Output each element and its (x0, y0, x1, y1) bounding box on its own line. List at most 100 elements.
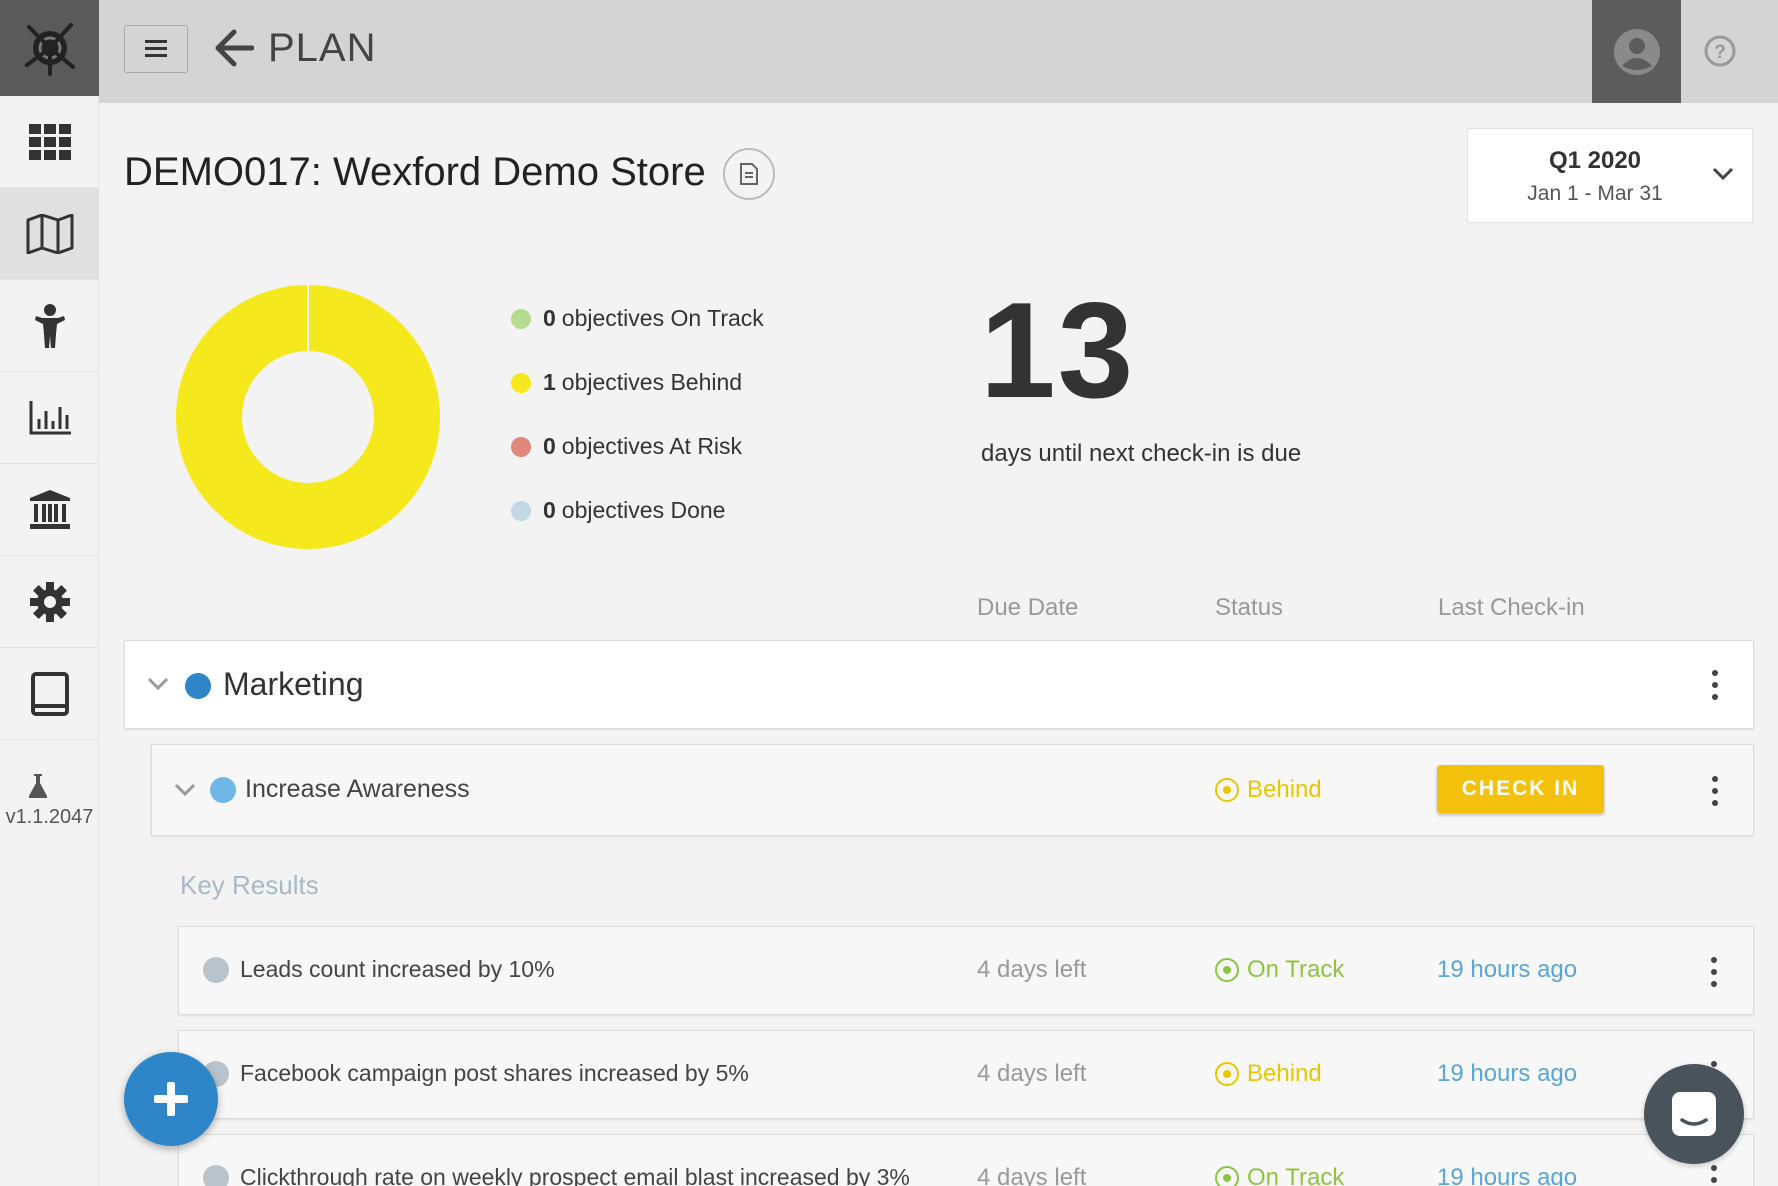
behind-dot-icon (511, 372, 531, 393)
user-menu[interactable] (1592, 0, 1681, 103)
chevron-down-icon (1712, 167, 1734, 181)
legend-on-track: 0 objectives On Track (511, 305, 764, 332)
back-button[interactable] (214, 28, 255, 73)
status-target-icon (1215, 778, 1239, 802)
status-label: Behind (1247, 1060, 1322, 1087)
key-result-status: Behind (1215, 1060, 1322, 1088)
group-name: Marketing (223, 666, 364, 702)
sidebar-item-device[interactable] (0, 648, 99, 740)
column-last-checkin: Last Check-in (1438, 594, 1585, 621)
bar-chart-icon (29, 400, 71, 434)
key-result-more-button[interactable] (1709, 957, 1719, 987)
days-until-checkin-label: days until next check-in is due (981, 440, 1302, 467)
chevron-down-icon[interactable] (147, 677, 169, 691)
at-risk-dot-icon (511, 436, 531, 457)
key-result-due: 4 days left (977, 1164, 1087, 1186)
sidebar: v1.1.2047 (0, 0, 99, 1186)
period-selector[interactable]: Q1 2020 Jan 1 - Mar 31 (1467, 128, 1753, 223)
key-result-row[interactable]: Leads count increased by 10% 4 days left… (178, 926, 1754, 1015)
bank-icon (29, 489, 70, 529)
logo-icon (24, 23, 75, 76)
legend-label: objectives On Track (561, 305, 764, 331)
legend-count: 0 (543, 497, 556, 523)
legend-label: objectives Behind (561, 369, 743, 395)
key-result-name: Facebook campaign post shares increased … (240, 1060, 749, 1086)
key-result-due: 4 days left (977, 956, 1087, 983)
add-button[interactable] (124, 1052, 218, 1146)
status-label: On Track (1247, 1164, 1345, 1186)
help-button[interactable]: ? (1703, 34, 1737, 73)
sidebar-item-plan[interactable] (0, 188, 99, 280)
objective-status: Behind (1215, 776, 1322, 804)
store-title: DEMO017: Wexford Demo Store (124, 150, 706, 194)
key-result-name: Leads count increased by 10% (240, 956, 555, 982)
app-version: v1.1.2047 (5, 806, 94, 828)
grid-icon (28, 123, 71, 160)
objective-row[interactable]: Increase Awareness Behind CHECK IN (151, 744, 1754, 836)
chat-button[interactable] (1644, 1064, 1744, 1164)
document-icon (740, 163, 758, 185)
page-title: PLAN (268, 26, 377, 70)
key-result-more-button[interactable] (1709, 1165, 1719, 1186)
key-result-status: On Track (1215, 1164, 1344, 1186)
key-results-heading: Key Results (180, 870, 319, 900)
status-target-icon (1215, 1166, 1239, 1186)
key-result-dot (203, 957, 229, 983)
flask-icon (29, 774, 47, 798)
status-target-icon (1215, 958, 1239, 982)
check-in-button[interactable]: CHECK IN (1437, 765, 1604, 813)
top-bar: PLAN ? (99, 0, 1778, 103)
period-range: Jan 1 - Mar 31 (1527, 182, 1663, 205)
status-target-icon (1215, 1062, 1239, 1086)
svg-text:?: ? (1714, 42, 1726, 63)
group-more-button[interactable] (1710, 670, 1720, 700)
group-row-marketing[interactable]: Marketing (124, 640, 1754, 729)
legend-at-risk: 0 objectives At Risk (511, 433, 742, 460)
objective-color-dot (210, 777, 236, 803)
sidebar-item-organization[interactable] (0, 464, 99, 556)
legend-label: objectives At Risk (561, 433, 743, 459)
sidebar-item-settings[interactable] (0, 556, 99, 648)
objective-name: Increase Awareness (245, 775, 470, 803)
chat-icon (1672, 1092, 1716, 1136)
objectives-donut-chart (176, 285, 440, 549)
legend-count: 0 (543, 433, 556, 459)
map-icon (26, 213, 73, 254)
objective-more-button[interactable] (1710, 776, 1720, 806)
group-color-dot (185, 673, 211, 699)
person-icon (34, 303, 65, 348)
key-result-dot (203, 1165, 229, 1186)
done-dot-icon (511, 500, 531, 521)
notes-button[interactable] (723, 148, 775, 200)
key-result-row[interactable]: Facebook campaign post shares increased … (178, 1030, 1754, 1119)
menu-button[interactable] (124, 25, 188, 73)
hamburger-icon (145, 40, 167, 57)
column-status: Status (1215, 594, 1284, 621)
key-result-due: 4 days left (977, 1060, 1087, 1087)
legend-behind: 1 objectives Behind (511, 369, 742, 396)
key-result-name: Clickthrough rate on weekly prospect ema… (240, 1164, 910, 1186)
key-result-last-checkin[interactable]: 19 hours ago (1437, 1060, 1577, 1088)
tablet-icon (30, 671, 69, 716)
app-logo[interactable] (0, 0, 99, 96)
status-label: Behind (1247, 776, 1322, 803)
key-result-row[interactable]: Clickthrough rate on weekly prospect ema… (178, 1134, 1754, 1186)
help-icon: ? (1704, 35, 1736, 67)
plus-icon (154, 1082, 188, 1116)
days-until-checkin-number: 13 (980, 274, 1136, 426)
legend-done: 0 objectives Done (511, 497, 725, 524)
legend-count: 0 (543, 305, 556, 331)
chevron-down-icon[interactable] (174, 783, 196, 797)
legend-count: 1 (543, 369, 556, 395)
key-result-last-checkin[interactable]: 19 hours ago (1437, 956, 1577, 984)
on-track-dot-icon (511, 308, 531, 329)
sidebar-item-dashboard[interactable] (0, 96, 99, 188)
legend-label: objectives Done (561, 497, 726, 523)
key-result-status: On Track (1215, 956, 1344, 984)
sidebar-item-people[interactable] (0, 280, 99, 372)
avatar-icon (1613, 28, 1660, 75)
period-quarter: Q1 2020 (1548, 147, 1642, 174)
sidebar-item-reports[interactable] (0, 372, 99, 464)
key-result-last-checkin[interactable]: 19 hours ago (1437, 1164, 1577, 1186)
arrow-left-icon (215, 29, 255, 67)
